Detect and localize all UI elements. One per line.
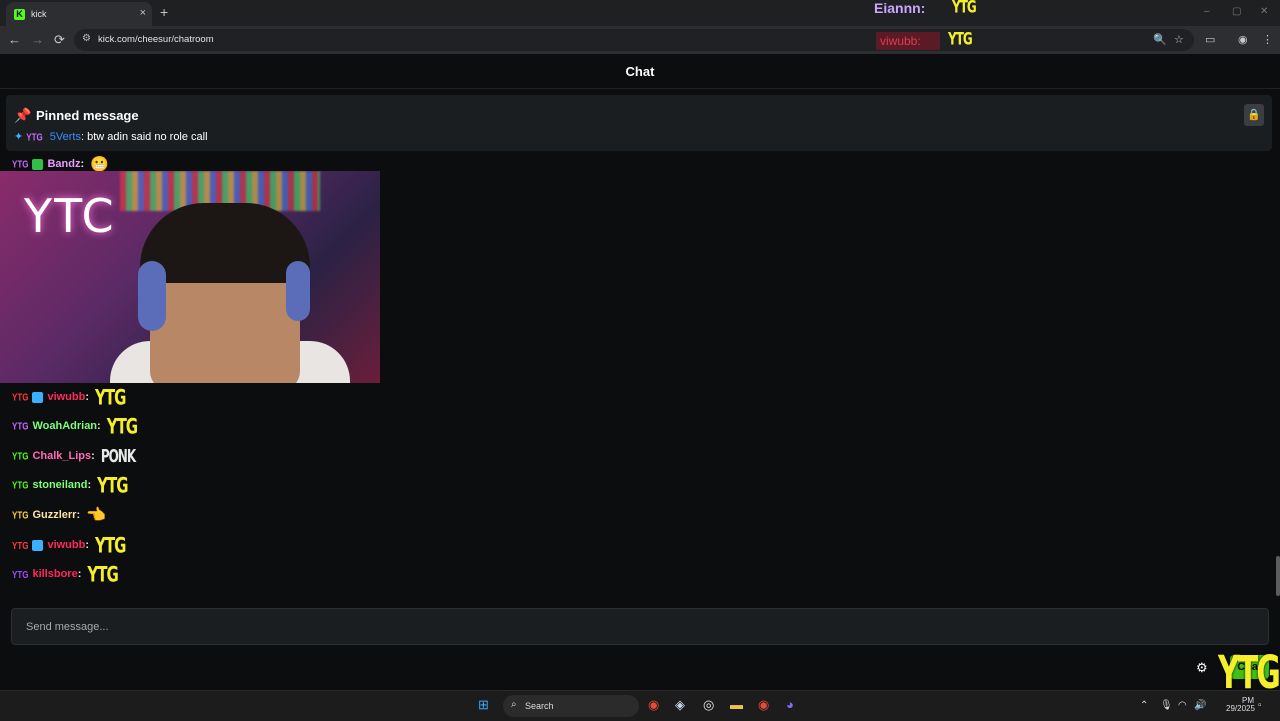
- ytg-emote: YTG: [106, 412, 138, 440]
- chrome-profile-icon[interactable]: ◉: [758, 697, 769, 713]
- chat-username[interactable]: stoneiland: [32, 479, 87, 491]
- steam-icon[interactable]: ◈: [675, 697, 685, 713]
- chat-message: YTG stoneiland : YTG: [12, 471, 129, 499]
- forward-icon[interactable]: →: [31, 32, 44, 47]
- chat-scrollbar[interactable]: [1276, 556, 1280, 596]
- sub-badge-icon: [32, 158, 44, 170]
- chat-settings-icon[interactable]: ⚙: [1196, 660, 1208, 676]
- clock-date: 29/2025: [1226, 704, 1255, 713]
- chat-username[interactable]: killsbore: [32, 568, 77, 580]
- obs-icon[interactable]: ◎: [703, 697, 714, 713]
- overlay-emote-2: YTG: [948, 29, 973, 49]
- ytg-badge-icon: YTG: [12, 391, 29, 403]
- pinned-text-line: ✦ YTG 5Verts: btw adin said no role call: [14, 130, 208, 143]
- chat-username[interactable]: Bandz: [47, 158, 80, 170]
- window-close-icon[interactable]: ✕: [1260, 6, 1268, 17]
- overlay-username: Eiannn:: [874, 0, 926, 16]
- chat-username[interactable]: viwubb: [47, 391, 85, 403]
- ytg-badge-icon: YTG: [12, 158, 29, 170]
- sword-badge-icon: ✦: [14, 131, 24, 143]
- pinned-title: Pinned message: [36, 108, 139, 123]
- back-icon[interactable]: ←: [8, 32, 21, 47]
- taskbar-search[interactable]: ⌕ Search: [503, 695, 639, 717]
- ytg-badge-icon: YTG: [12, 479, 29, 491]
- discord-icon[interactable]: ◕: [786, 697, 794, 712]
- ytg-emote: YTG: [95, 531, 126, 559]
- pinned-message-panel[interactable]: 📌 Pinned message ✦ YTG 5Verts: btw adin …: [6, 95, 1272, 151]
- microphone-icon[interactable]: 🎙: [1160, 700, 1173, 711]
- browser-tab-strip: K kick × + – ▢ ✕: [0, 0, 1280, 26]
- browser-toolbar: ← → ⟳ ⚙ kick.com/cheesur/chatroom 🔍 ☆ ▭ …: [0, 26, 1280, 54]
- overlay-emote: YTG: [952, 0, 977, 17]
- headset-left: [138, 261, 166, 331]
- chat-message: YTG killsbore : YTG: [12, 560, 119, 588]
- pin-icon: 📌: [14, 107, 32, 123]
- bookmark-star-icon[interactable]: ☆: [1174, 33, 1184, 46]
- ytg-badge-icon: YTG: [26, 131, 43, 144]
- cast-icon[interactable]: ▭: [1205, 33, 1215, 46]
- chat-username[interactable]: Guzzlerr: [32, 509, 76, 521]
- chat-message: YTG viwubb : YTG: [12, 531, 126, 559]
- tab-title: kick: [31, 9, 47, 19]
- pinned-sender[interactable]: 5Verts: [50, 131, 81, 143]
- ponk-emote: PONK: [100, 445, 136, 467]
- maximize-icon[interactable]: ▢: [1232, 6, 1241, 17]
- search-icon: ⌕: [511, 699, 517, 710]
- browser-tab[interactable]: K kick ×: [6, 2, 152, 26]
- minimize-icon[interactable]: –: [1204, 6, 1210, 17]
- address-bar[interactable]: ⚙ kick.com/cheesur/chatroom: [74, 29, 1194, 51]
- pinned-body: : btw adin said no role call: [80, 131, 208, 143]
- new-tab-button[interactable]: +: [160, 4, 168, 20]
- ytg-badge-icon: YTG: [12, 568, 29, 580]
- ytg-badge-icon: YTG: [12, 420, 29, 432]
- sub-badge-icon: [32, 391, 44, 403]
- chat-username[interactable]: Chalk_Lips: [32, 450, 91, 462]
- tray-chevron-icon[interactable]: ⌃: [1140, 700, 1148, 711]
- file-explorer-icon[interactable]: ▬: [730, 697, 743, 712]
- volume-icon[interactable]: 🔊: [1194, 700, 1206, 711]
- message-input[interactable]: [12, 609, 1268, 644]
- ytg-emote: YTG: [95, 383, 126, 411]
- chat-header: Chat: [0, 54, 1280, 89]
- message-input-wrapper: [11, 608, 1269, 645]
- browser-menu-icon[interactable]: ⋮: [1262, 33, 1273, 46]
- ytg-badge-icon: YTG: [12, 509, 29, 521]
- chat-message: YTG WoahAdrian : YTG: [12, 412, 138, 440]
- ytg-emote: YTG: [97, 471, 128, 499]
- tab-close-icon[interactable]: ×: [140, 7, 146, 19]
- neon-sign: YTC: [24, 189, 116, 243]
- chat-username[interactable]: WoahAdrian: [32, 420, 97, 432]
- chat-message: YTG Chalk_Lips : PONK: [12, 445, 136, 467]
- pointing-hand-emote-icon: 👈: [86, 507, 107, 524]
- ytg-badge-icon: YTG: [12, 539, 29, 551]
- windows-taskbar: ⊞ ⌕ Search ◉ ◈ ◎ ▬ ◉ ◕ ⌃ 🎙 ◠ 🔊 ▫: [0, 690, 1280, 721]
- zoom-icon[interactable]: 🔍: [1153, 33, 1167, 46]
- clip-thumbnail[interactable]: YTC: [0, 171, 380, 383]
- overlay-username-2: viwubb:: [876, 32, 940, 50]
- sub-badge-icon: [32, 539, 44, 551]
- wifi-icon[interactable]: ◠: [1178, 700, 1187, 711]
- chat-message: YTG viwubb : YTG: [12, 383, 126, 411]
- lock-icon[interactable]: 🔒: [1244, 104, 1264, 126]
- kick-favicon-icon: K: [14, 8, 25, 20]
- profile-icon[interactable]: ◉: [1238, 33, 1248, 46]
- url-text[interactable]: kick.com/cheesur/chatroom: [98, 34, 214, 45]
- chrome-icon[interactable]: ◉: [648, 697, 659, 713]
- ytg-badge-icon: YTG: [12, 450, 29, 462]
- page-title: Chat: [625, 64, 655, 79]
- ytg-emote: YTG: [87, 560, 118, 588]
- reload-icon[interactable]: ⟳: [54, 32, 65, 48]
- windows-start-icon[interactable]: ⊞: [478, 697, 489, 713]
- notification-icon[interactable]: ▫: [1258, 700, 1262, 711]
- chat-username[interactable]: viwubb: [47, 539, 85, 551]
- headset-right: [286, 261, 310, 321]
- site-settings-icon[interactable]: ⚙: [82, 33, 91, 44]
- taskbar-search-label: Search: [525, 701, 554, 711]
- chat-message: YTG Guzzlerr : 👈: [12, 507, 107, 524]
